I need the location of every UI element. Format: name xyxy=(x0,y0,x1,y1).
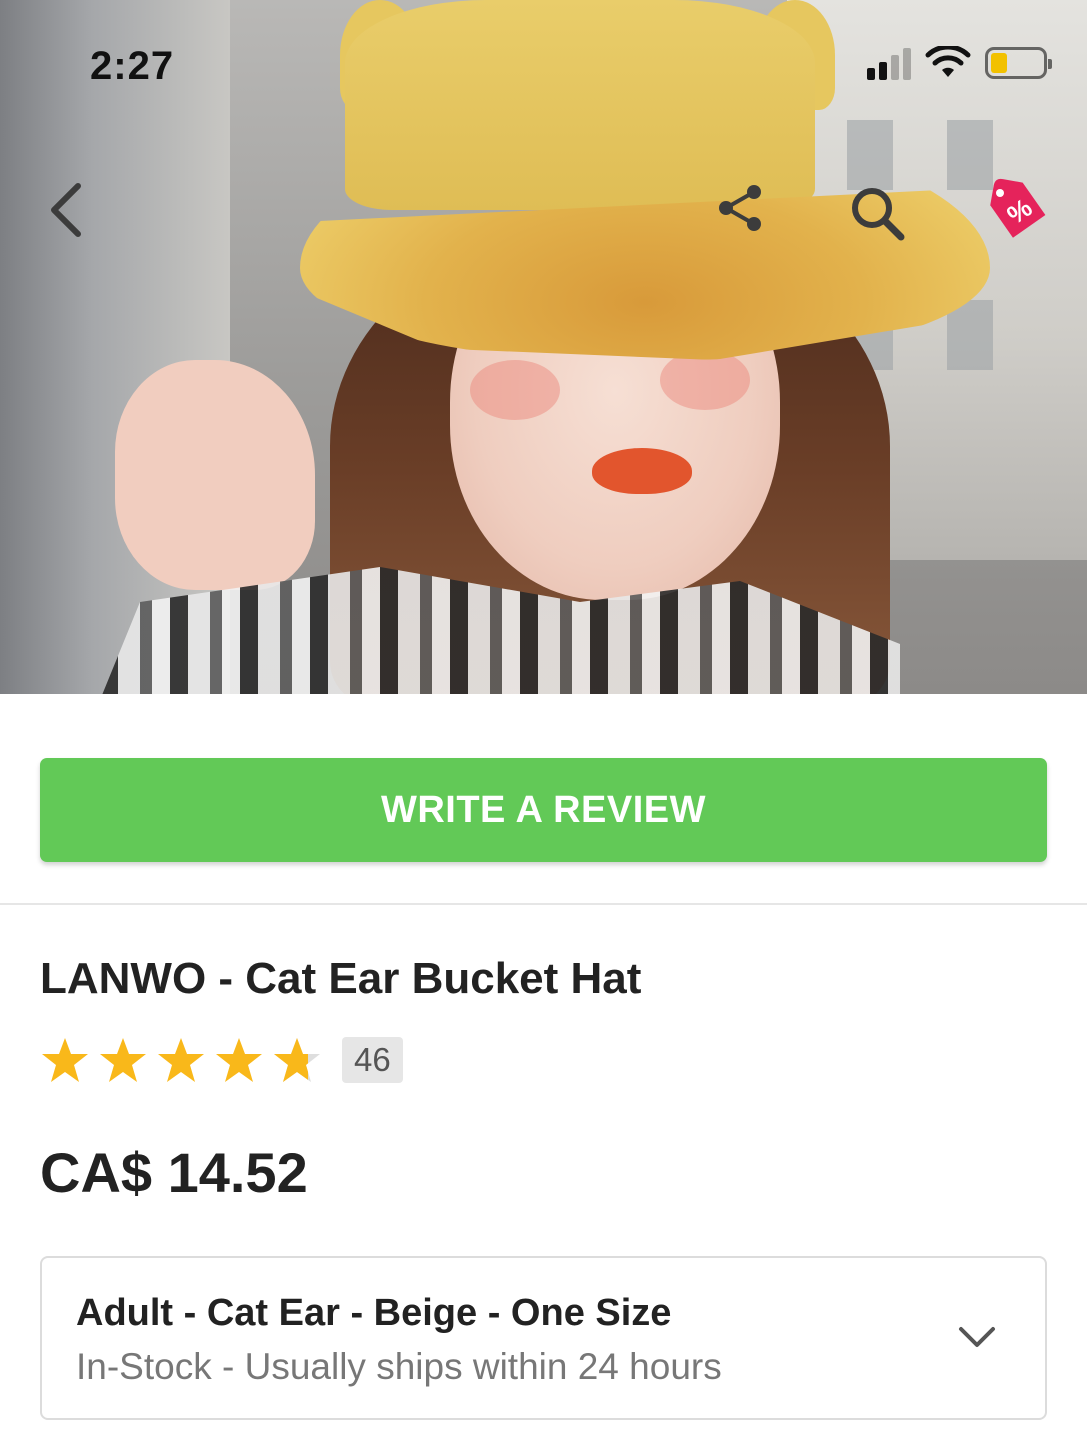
variant-selector[interactable]: Adult - Cat Ear - Beige - One Size In-St… xyxy=(40,1256,1047,1420)
product-price: CA$ 14.52 xyxy=(40,1141,308,1204)
search-icon[interactable] xyxy=(846,182,908,244)
star-icon xyxy=(100,1038,146,1082)
product-title: LANWO - Cat Ear Bucket Hat xyxy=(40,954,642,1003)
star-rating xyxy=(40,1036,322,1084)
status-time: 2:27 xyxy=(90,44,175,88)
chevron-down-icon xyxy=(959,1327,995,1347)
stock-status: In-Stock - Usually ships within 24 hours xyxy=(76,1346,722,1387)
battery-icon xyxy=(985,47,1052,79)
variant-selected-option: Adult - Cat Ear - Beige - One Size xyxy=(76,1292,672,1334)
section-divider xyxy=(0,903,1087,905)
star-icon xyxy=(158,1038,204,1082)
cellular-signal-icon xyxy=(867,46,911,80)
wifi-icon xyxy=(925,46,971,77)
star-icon xyxy=(42,1038,88,1082)
model-lips xyxy=(592,448,692,494)
write-review-button[interactable]: WRITE A REVIEW xyxy=(40,758,1047,862)
star-half-icon xyxy=(274,1038,320,1082)
review-count-badge[interactable]: 46 xyxy=(342,1037,403,1083)
star-icon xyxy=(216,1038,262,1082)
status-icons xyxy=(867,46,1052,80)
discount-tag-icon[interactable]: % xyxy=(982,176,1052,242)
model-hand xyxy=(115,360,315,590)
hat-crown xyxy=(345,0,815,210)
product-image[interactable] xyxy=(0,0,1087,694)
rating-row[interactable]: 46 xyxy=(40,1036,403,1084)
back-icon[interactable] xyxy=(36,178,96,242)
share-icon[interactable] xyxy=(712,180,768,236)
